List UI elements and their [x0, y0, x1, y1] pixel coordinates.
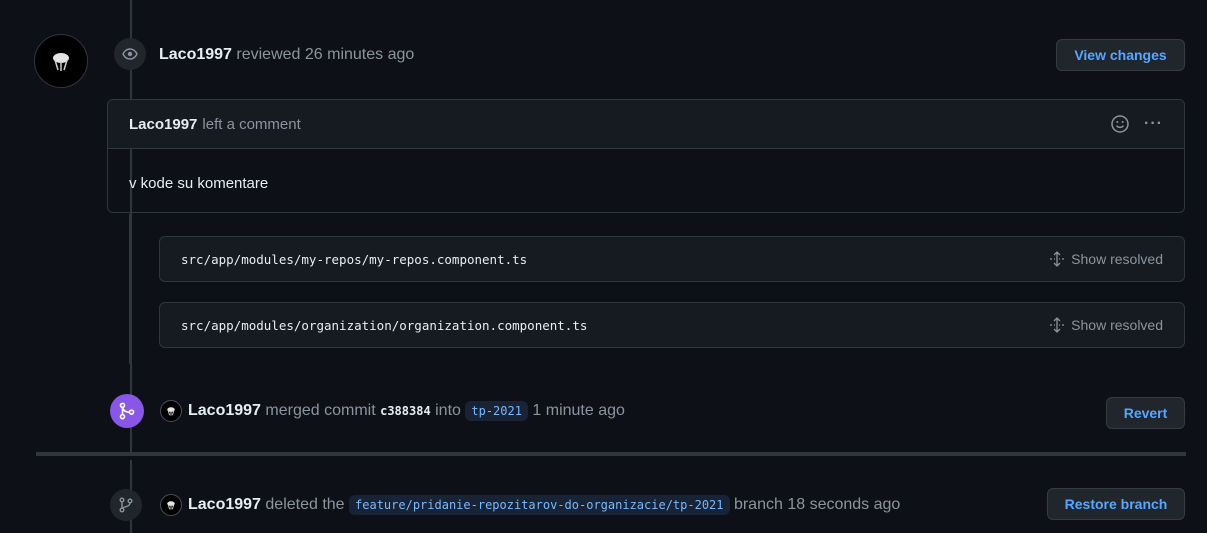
- merge-badge: [110, 394, 144, 428]
- divider: [36, 452, 1186, 456]
- merge-verb: merged commit: [265, 402, 376, 420]
- user-avatar-icon: [167, 407, 175, 416]
- merge-header: Laco1997 merged commit c388384 into tp-2…: [160, 400, 625, 422]
- avatar[interactable]: [34, 34, 88, 88]
- unfold-icon: [1050, 251, 1065, 267]
- thread-line: [129, 214, 131, 364]
- commit-sha[interactable]: c388384: [380, 404, 431, 418]
- file-thread[interactable]: src/app/modules/my-repos/my-repos.compon…: [159, 236, 1185, 282]
- comment-action: left a comment: [202, 115, 301, 133]
- view-changes-button[interactable]: View changes: [1056, 39, 1185, 71]
- eye-icon: [122, 48, 138, 60]
- delete-author[interactable]: Laco1997: [188, 496, 261, 513]
- delete-verb: deleted the: [265, 496, 345, 514]
- comment-body: v kode su komentare: [129, 175, 269, 192]
- user-avatar-icon: [167, 501, 175, 510]
- comment-author[interactable]: Laco1997: [129, 116, 197, 133]
- merge-time[interactable]: 1 minute ago: [532, 402, 625, 419]
- avatar[interactable]: [160, 400, 182, 422]
- review-action: reviewed 26 minutes ago: [236, 46, 415, 63]
- review-header: Laco1997 reviewed 26 minutes ago: [159, 46, 414, 64]
- review-badge: [114, 38, 146, 70]
- restore-branch-button[interactable]: Restore branch: [1047, 488, 1185, 520]
- comment-header: Laco1997 left a comment ···: [108, 100, 1184, 149]
- delete-suffix: branch 18 seconds ago: [733, 496, 901, 514]
- show-resolved-button[interactable]: Show resolved: [1049, 317, 1163, 333]
- file-thread[interactable]: src/app/modules/organization/organizatio…: [159, 302, 1185, 348]
- revert-button[interactable]: Revert: [1106, 397, 1185, 429]
- file-path[interactable]: src/app/modules/my-repos/my-repos.compon…: [181, 252, 527, 267]
- avatar[interactable]: [160, 494, 182, 516]
- comment-box: Laco1997 left a comment ··· v kode su ko…: [107, 99, 1185, 213]
- user-avatar-icon: [53, 53, 69, 71]
- deleted-branch-name[interactable]: feature/pridanie-repozitarov-do-organiza…: [349, 495, 730, 516]
- branch-name[interactable]: tp-2021: [465, 401, 528, 422]
- merge-into: into: [435, 402, 461, 420]
- file-path[interactable]: src/app/modules/organization/organizatio…: [181, 318, 587, 333]
- smiley-icon: [1111, 115, 1129, 133]
- git-merge-icon: [119, 402, 135, 420]
- review-author[interactable]: Laco1997: [159, 46, 232, 63]
- show-resolved-label: Show resolved: [1071, 251, 1163, 267]
- show-resolved-label: Show resolved: [1071, 317, 1163, 333]
- delete-header: Laco1997 deleted the feature/pridanie-re…: [160, 494, 900, 516]
- show-resolved-button[interactable]: Show resolved: [1049, 251, 1163, 267]
- reaction-button[interactable]: [1110, 114, 1130, 134]
- unfold-icon: [1050, 317, 1065, 333]
- branch-badge: [110, 489, 142, 521]
- git-branch-icon: [119, 497, 133, 513]
- kebab-menu-button[interactable]: ···: [1144, 115, 1163, 133]
- merge-author[interactable]: Laco1997: [188, 402, 261, 419]
